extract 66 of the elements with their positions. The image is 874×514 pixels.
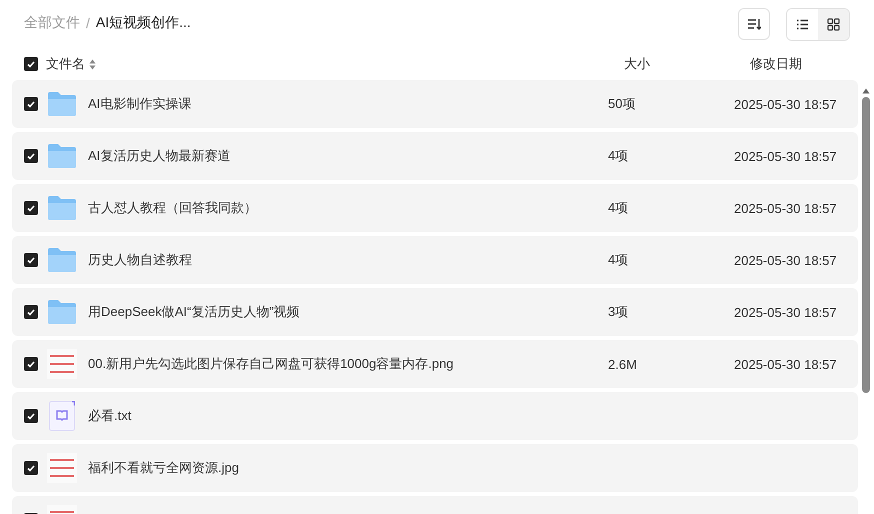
scroll-up-icon [862, 88, 870, 94]
row-checkbox[interactable] [24, 149, 38, 163]
row-checkbox[interactable] [24, 253, 38, 267]
folder-icon [47, 247, 77, 273]
file-name: 00.新用户先勾选此图片保存自己网盘可获得1000g容量内存.png [88, 355, 455, 373]
modified-date: 2025-05-30 18:57 [734, 356, 838, 372]
breadcrumb-link[interactable]: AI短视频创作... [96, 14, 191, 32]
file-name: 必看.txt [88, 407, 132, 425]
folder-icon [47, 143, 77, 169]
file-name: 用DeepSeek做AI“复活历史人物”视频 [88, 303, 301, 321]
file-name: AI电影制作实操课 [88, 95, 192, 113]
row-checkbox[interactable] [24, 409, 38, 423]
folder-icon [47, 195, 77, 221]
checkmark-icon [27, 256, 35, 264]
modified-date: 2025-05-30 18:57 [734, 96, 838, 112]
file-name: AI复活历史人物最新赛道 [88, 147, 232, 165]
file-size: 3项 [608, 303, 630, 321]
file-size: 50项 [608, 95, 636, 113]
checkmark-icon [27, 152, 35, 160]
grid-icon [827, 18, 840, 30]
checkmark-icon [27, 100, 35, 108]
file-name: 历史人物自述教程 [88, 251, 193, 269]
checkmark-icon [27, 360, 35, 368]
list-icon [796, 18, 809, 30]
row-checkbox[interactable] [24, 461, 38, 475]
grid-view-button[interactable] [818, 8, 849, 40]
file-name: 福利不看就亏全网资源.jpg [88, 459, 240, 477]
folder-icon [47, 91, 77, 117]
image-thumbnail [47, 453, 77, 483]
file-size: 4项 [608, 199, 630, 217]
column-header[interactable]: 大小 [624, 55, 750, 73]
image-thumbnail [47, 349, 77, 379]
checkmark-icon [27, 204, 35, 212]
file-row[interactable]: 00.新用户先勾选此图片保存自己网盘可获得1000g容量内存.png 2.6M 2025-05-30 18:57 [12, 340, 858, 388]
sort-icon [747, 18, 761, 30]
sort-arrows-icon [89, 58, 96, 70]
folder-icon [47, 299, 77, 325]
file-row[interactable]: 福利不看就亏全网资源.jpg [12, 444, 858, 492]
document-icon [49, 401, 75, 431]
column-header[interactable]: 文件名 [46, 55, 85, 73]
checkmark-icon [27, 308, 35, 316]
select-all-checkbox[interactable] [24, 57, 38, 71]
modified-date: 2025-05-30 18:57 [734, 200, 838, 216]
file-row[interactable]: 古人怼人教程（回答我同款） 4项 2025-05-30 18:57 [12, 184, 858, 232]
file-row[interactable]: AI电影制作实操课 50项 2025-05-30 18:57 [12, 80, 858, 128]
sort-button[interactable] [738, 8, 770, 40]
file-size: 2.6M [608, 356, 638, 372]
modified-date: 2025-05-30 18:57 [734, 148, 838, 164]
row-checkbox[interactable] [24, 97, 38, 111]
checkmark-icon [27, 412, 35, 420]
checkmark-icon [27, 464, 35, 472]
file-row[interactable]: 用DeepSeek做AI“复活历史人物”视频 3项 2025-05-30 18:57 [12, 288, 858, 336]
row-checkbox[interactable] [24, 201, 38, 215]
file-row[interactable]: AI复活历史人物最新赛道 4项 2025-05-30 18:57 [12, 132, 858, 180]
file-size: 4项 [608, 147, 630, 165]
checkmark-icon [27, 60, 35, 68]
breadcrumb-separator: / [86, 15, 90, 31]
modified-date: 2025-05-30 18:57 [734, 252, 838, 268]
file-size: 4项 [608, 251, 630, 269]
file-name: 古人怼人教程（回答我同款） [88, 199, 258, 217]
row-checkbox[interactable] [24, 357, 38, 371]
file-row[interactable]: 历史人物自述教程 4项 2025-05-30 18:57 [12, 236, 858, 284]
modified-date: 2025-05-30 18:57 [734, 304, 838, 320]
row-checkbox[interactable] [24, 305, 38, 319]
file-row[interactable]: 必看.txt [12, 392, 858, 440]
column-header[interactable]: 修改日期 [750, 55, 874, 73]
